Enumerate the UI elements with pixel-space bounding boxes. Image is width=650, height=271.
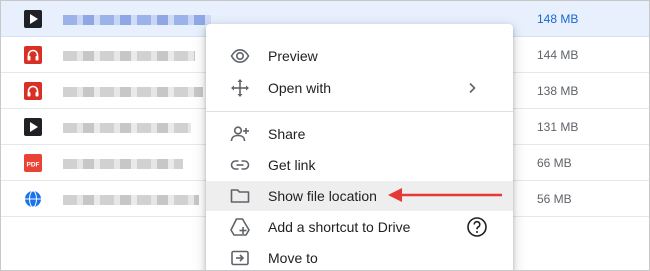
menu-item-move-to[interactable]: Move to xyxy=(206,243,513,270)
move-arrows-icon xyxy=(231,79,249,97)
audio-icon xyxy=(24,46,42,64)
annotation-arrow xyxy=(388,188,502,202)
folder-icon xyxy=(230,189,250,203)
menu-item-share[interactable]: Share xyxy=(206,119,513,149)
menu-label: Show file location xyxy=(268,188,377,204)
menu-label: Open with xyxy=(268,80,332,96)
pdf-icon: PDF xyxy=(24,154,42,172)
video-icon xyxy=(24,10,42,28)
file-name-blurred xyxy=(63,87,203,97)
file-name-blurred xyxy=(63,159,183,169)
video-icon xyxy=(24,118,42,136)
menu-label: Share xyxy=(268,126,306,142)
globe-icon xyxy=(25,190,41,208)
file-size: 56 MB xyxy=(537,192,572,206)
file-name-blurred xyxy=(63,15,211,25)
move-to-icon xyxy=(231,250,249,266)
drive-window: 148 MB 144 MB 138 MB 131 MB PDF 66 MB 56… xyxy=(0,0,650,271)
file-size: 66 MB xyxy=(537,156,572,170)
file-size: 138 MB xyxy=(537,84,579,98)
file-name-blurred xyxy=(63,195,199,205)
file-size: 144 MB xyxy=(537,48,579,62)
menu-item-open-with[interactable]: Open with xyxy=(206,73,513,103)
menu-label: Get link xyxy=(268,157,316,173)
menu-label: Add a shortcut to Drive xyxy=(268,219,411,235)
file-size: 131 MB xyxy=(537,120,579,134)
eye-icon xyxy=(230,48,250,64)
file-size: 148 MB xyxy=(537,12,579,26)
menu-label: Move to xyxy=(268,250,318,266)
file-name-blurred xyxy=(63,123,191,133)
menu-item-get-link[interactable]: Get link xyxy=(206,150,513,180)
help-icon[interactable] xyxy=(466,216,488,238)
menu-label: Preview xyxy=(268,48,318,64)
menu-divider xyxy=(206,111,513,112)
link-icon xyxy=(230,160,250,170)
chevron-right-icon xyxy=(469,82,476,94)
pdf-icon-label: PDF xyxy=(27,162,40,169)
drive-shortcut-icon xyxy=(230,218,250,236)
menu-item-preview[interactable]: Preview xyxy=(206,41,513,71)
file-name-blurred xyxy=(63,51,195,61)
menu-item-add-shortcut[interactable]: Add a shortcut to Drive xyxy=(206,212,513,242)
add-person-icon xyxy=(230,126,249,142)
context-menu: Preview Open with Share Get link Show fi… xyxy=(206,24,513,270)
audio-icon xyxy=(24,82,42,100)
